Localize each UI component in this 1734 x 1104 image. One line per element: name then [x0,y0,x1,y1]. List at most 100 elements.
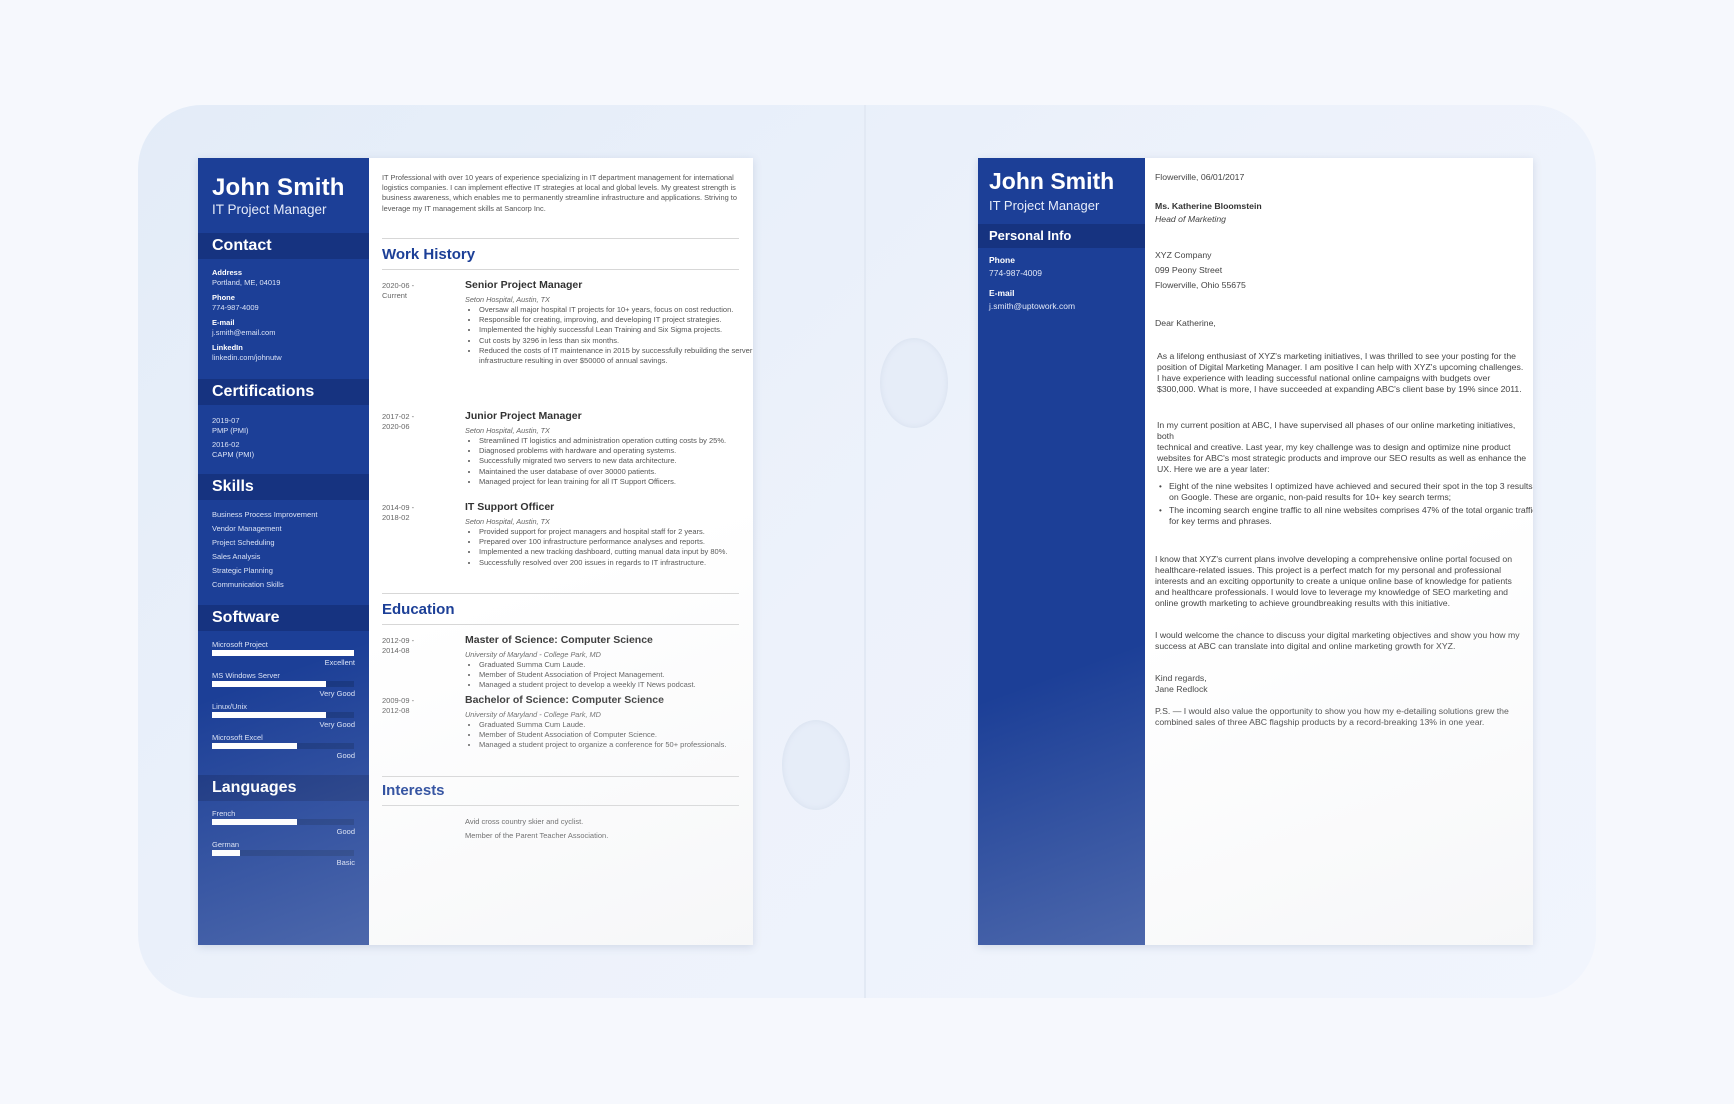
contact-value: linkedin.com/johnutw [212,353,282,362]
level-fill [212,681,326,687]
puzzle-knob-left [782,720,850,810]
level-fill [212,743,298,749]
job-date: 2020-06 - Current [382,281,415,300]
paragraph-2: technical and creative. Last year, my ke… [1157,442,1527,474]
job-bullets: Oversaw all major hospital IT projects f… [465,305,753,366]
certification-name: PMP (PMI) [212,426,249,435]
software-name: Microsoft Excel [212,733,263,742]
software-level-bar [212,681,354,687]
skill-item: Vendor Management [212,524,282,533]
skill-item: Communication Skills [212,580,284,589]
bullet-item: Member of Student Association of Compute… [479,730,753,740]
section-divider [382,624,739,625]
achievement-item: Eight of the nine websites I optimized h… [1159,481,1533,503]
phone-label: Phone [989,255,1015,265]
contact-label: Phone [212,293,235,302]
contact-value: Portland, ME, 04019 [212,278,281,287]
place-date: Flowerville, 06/01/2017 [1155,172,1245,182]
bullet-item: Graduated Summa Cum Laude. [479,660,753,670]
school-name: University of Maryland - College Park, M… [465,710,601,719]
resume-sidebar: John Smith IT Project Manager Contact Ad… [198,158,369,945]
bullet-item: Graduated Summa Cum Laude. [479,720,753,730]
cover-letter-document: John Smith IT Project Manager Personal I… [978,158,1533,945]
job-date: 2014-09 - 2018-02 [382,503,415,522]
job-org: Seton Hospital, Austin, TX [465,517,550,526]
level-fill [212,819,298,825]
center-divider [864,105,866,998]
section-divider [382,776,739,777]
bullet-item: Member of Student Association of Project… [479,670,753,680]
contact-label: LinkedIn [212,343,243,352]
job-date: 2017-02 - 2020-06 [382,412,415,431]
language-level: Good [336,827,355,836]
postscript: P.S. — I would also value the opportunit… [1155,706,1509,727]
contact-label: E-mail [212,318,235,327]
bullet-item: Responsible for creating, improving, and… [479,315,753,325]
level-fill [212,650,354,656]
software-level-bar [212,743,354,749]
level-fill [212,712,326,718]
software-name: MS Windows Server [212,671,280,680]
greeting: Dear Katherine, [1155,318,1216,328]
street-address: 099 Peony Street [1155,265,1223,275]
section-divider [382,805,739,806]
recipient-title: Head of Marketing [1155,214,1226,224]
bullet-item: Oversaw all major hospital IT projects f… [479,305,753,315]
letter-body: Flowerville, 06/01/2017 Ms. Katherine Bl… [1145,158,1533,945]
bullet-item: Maintained the user database of over 300… [479,467,753,477]
job-org: Seton Hospital, Austin, TX [465,426,550,435]
education-date: 2012-09 - 2014-08 [382,636,415,655]
paragraph-4: I would welcome the chance to discuss yo… [1155,630,1520,651]
job-title: IT Support Officer [465,501,555,513]
software-level: Good [336,751,355,760]
education-heading: Education [382,601,455,618]
resume-main: IT Professional with over 10 years of ex… [369,158,753,945]
skill-item: Project Scheduling [212,538,275,547]
resume-role: IT Project Manager [212,202,327,217]
bullet-item: Diagnosed problems with hardware and ope… [479,446,753,456]
skills-heading: Skills [198,474,369,500]
bullet-item: Successfully migrated two servers to new… [479,456,753,466]
contact-label: Address [212,268,243,277]
signature: Jane Redlock [1155,684,1208,694]
software-level: Excellent [324,658,355,667]
job-title: Junior Project Manager [465,410,582,422]
email-value: j.smith@uptowork.com [989,301,1076,311]
bullet-item: Reduced the costs of IT maintenance in 2… [479,346,753,366]
bullet-item: Cut costs by 3296 in less than six month… [479,336,753,346]
bullet-item: Successfully resolved over 200 issues in… [479,558,753,568]
paragraph-3: I know that XYZ's current plans involve … [1155,554,1513,608]
resume-summary: IT Professional with over 10 years of ex… [382,173,737,213]
resume-name: John Smith [212,174,345,201]
work-history-heading: Work History [382,246,476,263]
software-name: Linux/Unix [212,702,248,711]
interest-item: Avid cross country skier and cyclist. [465,817,584,826]
recipient-name: Ms. Katherine Bloomstein [1155,201,1262,211]
education-bullets: Graduated Summa Cum Laude. Member of Stu… [465,660,753,691]
bullet-item: Implemented the highly successful Lean T… [479,325,753,335]
education-date: 2009-09 - 2012-08 [382,696,415,715]
languages-heading: Languages [198,775,369,801]
degree-title: Master of Science: Computer Science [465,634,653,646]
certification-name: CAPM (PMI) [212,450,255,459]
job-title: Senior Project Manager [465,279,583,291]
achievement-item: The incoming search engine traffic to al… [1159,505,1533,527]
school-name: University of Maryland - College Park, M… [465,650,601,659]
certifications-heading: Certifications [198,379,369,405]
language-level-bar [212,850,354,856]
email-label: E-mail [989,288,1015,298]
puzzle-knob-right [880,338,948,428]
software-heading: Software [198,605,369,631]
resume-document: John Smith IT Project Manager Contact Ad… [198,158,753,945]
paragraph-1: As a lifelong enthusiast of XYZ's market… [1157,351,1524,394]
certification-date: 2019-07 [212,416,240,425]
job-bullets: Provided support for project managers an… [465,527,753,568]
software-level: Very Good [319,689,355,698]
bullet-item: Provided support for project managers an… [479,527,753,537]
section-divider [382,238,739,239]
interests-heading: Interests [382,782,445,799]
bullet-item: Streamlined IT logistics and administrat… [479,436,753,446]
bullet-item: Implemented a new tracking dashboard, cu… [479,547,753,557]
interest-item: Member of the Parent Teacher Association… [465,831,609,840]
language-level: Basic [336,858,355,867]
